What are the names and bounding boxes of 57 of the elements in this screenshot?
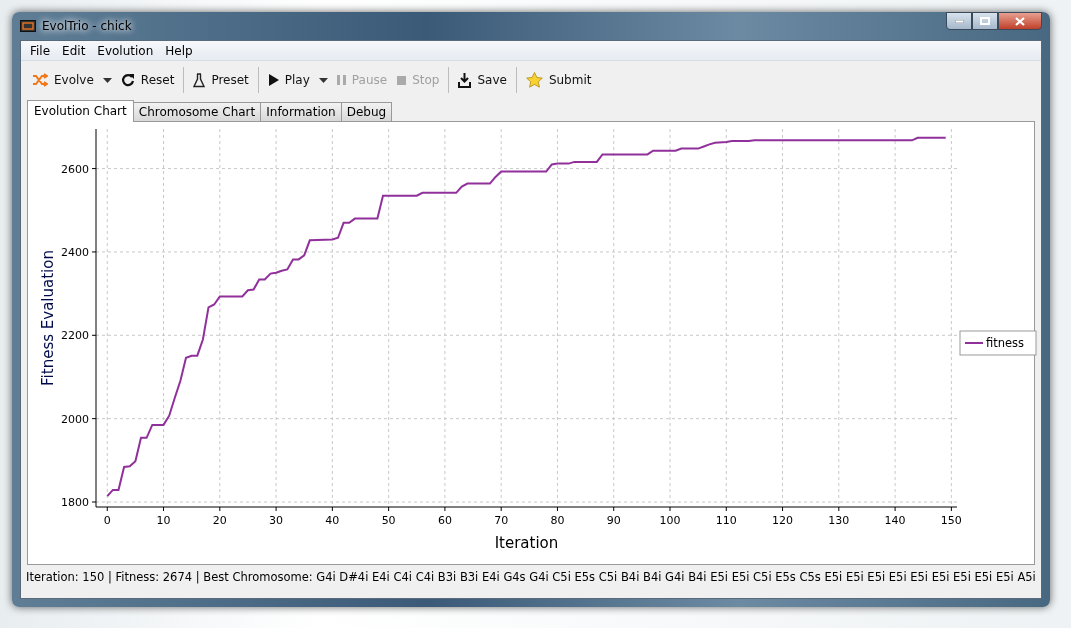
toolbar-button[interactable]: Reset — [115, 69, 180, 91]
x-tick-label: 30 — [269, 514, 284, 527]
x-tick-label: 40 — [325, 514, 340, 527]
menu-item[interactable]: Evolution — [91, 43, 160, 58]
toolbar-button[interactable]: Play — [262, 69, 315, 91]
toolbar-button[interactable]: Evolve — [27, 69, 99, 91]
minimize-icon — [954, 19, 964, 23]
shuffle-icon — [32, 73, 48, 87]
tab[interactable]: Evolution Chart — [27, 100, 134, 122]
y-tick-label: 1800 — [61, 496, 89, 509]
x-tick-label: 20 — [212, 514, 227, 527]
x-tick-label: 120 — [772, 514, 794, 527]
stop-icon — [397, 75, 407, 85]
minimize-button[interactable] — [946, 12, 972, 30]
maximize-button[interactable] — [972, 12, 998, 30]
star-icon — [525, 72, 543, 88]
close-button[interactable] — [998, 12, 1042, 30]
dropdown-caret-icon[interactable] — [318, 77, 328, 83]
app-icon — [20, 20, 36, 32]
play-icon — [267, 74, 279, 86]
y-tick-label: 2000 — [61, 412, 89, 426]
flask-icon — [193, 72, 206, 88]
toolbar-button[interactable]: Submit — [520, 68, 597, 92]
download-icon — [458, 72, 472, 88]
x-tick-label: 140 — [884, 514, 906, 527]
x-tick-label: 10 — [156, 514, 171, 527]
tab[interactable]: Debug — [340, 102, 393, 121]
x-tick-label: 70 — [494, 514, 509, 527]
menu-item[interactable]: File — [24, 43, 57, 58]
toolbar-button[interactable]: Preset — [188, 68, 254, 92]
dropdown-caret-icon[interactable] — [102, 77, 112, 83]
toolbar-button[interactable]: Save — [453, 68, 512, 92]
refresh-icon — [120, 73, 135, 87]
y-axis-title: Fitness Evaluation — [39, 250, 57, 386]
x-tick-label: 90 — [606, 514, 621, 527]
x-axis-title: Iteration — [494, 534, 559, 552]
close-icon — [1015, 16, 1025, 26]
menu-item[interactable]: Help — [159, 43, 199, 58]
maximize-icon — [980, 17, 990, 25]
x-tick-label: 110 — [715, 514, 737, 527]
x-tick-label: 50 — [381, 514, 396, 527]
legend-label: fitness — [986, 336, 1025, 350]
y-tick-label: 2200 — [61, 329, 89, 343]
status-text: Iteration: 150 | Fitness: 2674 | Best Chromosome: G4i D#4i E4i C4i C4i B3i B3i E4i G4s G4i C5i E5s C5i B4i B4i G4i B4i E5i E5i C5i E5s C5s E5i E5i E5i E5i E5i E5i E5i E5i E5i A5i — [25, 569, 1037, 584]
x-tick-label: 60 — [437, 514, 452, 527]
x-tick-label: 100 — [659, 514, 681, 527]
x-tick-label: 0 — [103, 514, 111, 527]
tab[interactable]: Information — [260, 102, 342, 121]
y-tick-label: 2400 — [61, 245, 89, 259]
x-tick-label: 130 — [828, 514, 850, 527]
x-tick-label: 150 — [940, 514, 962, 527]
pause-icon — [336, 75, 346, 85]
x-tick-label: 80 — [550, 514, 565, 527]
y-tick-label: 2600 — [61, 162, 89, 176]
tab[interactable]: Chromosome Chart — [132, 102, 262, 121]
menu-item[interactable]: Edit — [56, 43, 92, 58]
window-title: EvolTrio - chick — [42, 19, 132, 33]
